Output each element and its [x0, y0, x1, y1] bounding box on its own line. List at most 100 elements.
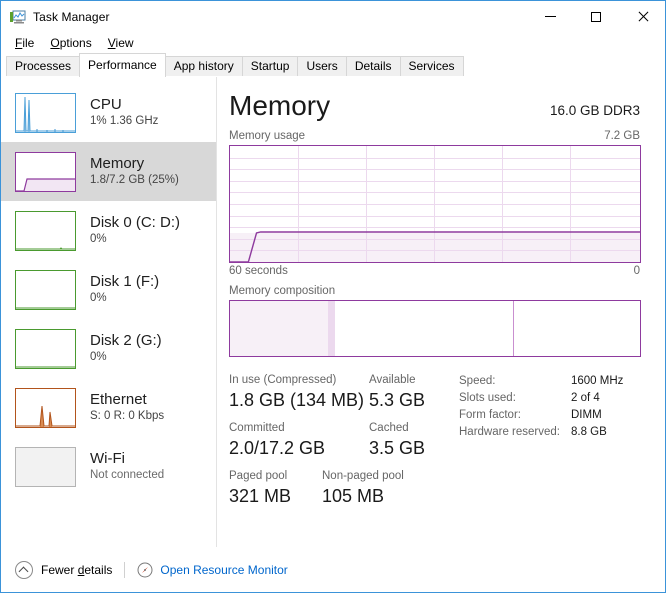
- sidebar-disk2-title: Disk 2 (G:): [90, 333, 162, 350]
- sidebar-ethernet-sub: S: 0 R: 0 Kbps: [90, 409, 165, 422]
- tab-details[interactable]: Details: [345, 56, 401, 77]
- stat-paged-pool: Paged pool 321 MB: [229, 469, 322, 508]
- composition-divider: [512, 301, 514, 356]
- chevron-up-icon[interactable]: [15, 561, 33, 579]
- memory-usage-label: Memory usage: [229, 130, 306, 142]
- spec-slots-used-value: 2 of 4: [571, 392, 600, 404]
- cpu-thumbnail: [15, 92, 76, 133]
- stat-in-use-value: 1.8 GB (134 MB): [229, 390, 365, 410]
- menu-view[interactable]: View: [100, 34, 142, 52]
- sidebar-disk2-sub: 0%: [90, 350, 107, 363]
- resource-monitor-icon: [137, 562, 153, 578]
- graph-x-right-label: 0: [633, 265, 640, 277]
- stat-in-use-label: In use (Compressed): [229, 374, 337, 386]
- stat-committed: Committed 2.0/17.2 GB: [229, 421, 369, 460]
- memory-stats-left: In use (Compressed) 1.8 GB (134 MB) Avai…: [229, 373, 451, 517]
- disk0-thumbnail: [15, 210, 76, 251]
- stat-non-paged-pool-label: Non-paged pool: [322, 470, 404, 482]
- wifi-thumbnail: [15, 446, 76, 487]
- content-area: CPU 1% 1.36 GHz Memory 1.8/7.2 GB (25%): [1, 77, 665, 547]
- sidebar-memory-title: Memory: [90, 156, 145, 173]
- sidebar-disk1-text: Disk 1 (F:) 0%: [90, 274, 159, 305]
- close-icon: [637, 11, 648, 22]
- sidebar-ethernet-title: Ethernet: [90, 392, 147, 409]
- close-button[interactable]: [619, 1, 665, 32]
- fewer-details-button[interactable]: Fewer details: [41, 563, 112, 577]
- footer-divider: [124, 562, 126, 578]
- stat-row: In use (Compressed) 1.8 GB (134 MB) Avai…: [229, 373, 451, 412]
- spec-speed-value: 1600 MHz: [571, 375, 624, 387]
- title-bar: Task Manager: [1, 1, 665, 32]
- memory-composition-label: Memory composition: [229, 285, 336, 297]
- sidebar-item-cpu[interactable]: CPU 1% 1.36 GHz: [1, 83, 216, 142]
- menu-options-rest: ptions: [59, 36, 92, 50]
- minimize-button[interactable]: [527, 1, 573, 32]
- spec-speed-key: Speed:: [459, 375, 496, 387]
- footer-bar: Fewer details Open Resource Monitor: [1, 547, 665, 592]
- disk1-thumbnail: [15, 269, 76, 310]
- fewer-details-prefix: Fewer: [41, 563, 78, 577]
- sidebar-wifi-title: Wi-Fi: [90, 451, 125, 468]
- tab-processes[interactable]: Processes: [6, 56, 81, 77]
- tab-performance[interactable]: Performance: [79, 53, 166, 77]
- window-title: Task Manager: [33, 9, 110, 24]
- menu-file[interactable]: File: [7, 34, 42, 52]
- sidebar-cpu-sub: 1% 1.36 GHz: [90, 114, 159, 127]
- spec-form-factor-key: Form factor:: [459, 409, 521, 421]
- sidebar-item-disk0[interactable]: Disk 0 (C: D:) 0%: [1, 201, 216, 260]
- memory-stats: In use (Compressed) 1.8 GB (134 MB) Avai…: [229, 373, 641, 517]
- sidebar-cpu-title: CPU: [90, 97, 122, 114]
- task-manager-icon: [10, 9, 26, 25]
- stat-available: Available 5.3 GB: [369, 373, 449, 412]
- stat-committed-value: 2.0/17.2 GB: [229, 438, 326, 458]
- maximize-button[interactable]: [573, 1, 619, 32]
- sidebar-disk0-title: Disk 0 (C: D:): [90, 215, 180, 232]
- memory-graph-axis: 60 seconds 0: [229, 265, 641, 277]
- sidebar-memory-sub: 1.8/7.2 GB (25%): [90, 173, 179, 186]
- sidebar-disk0-text: Disk 0 (C: D:) 0%: [90, 215, 180, 246]
- sidebar-disk1-title: Disk 1 (F:): [90, 274, 160, 291]
- sidebar-disk0-sub: 0%: [90, 232, 107, 245]
- spec-form-factor: Form factor: DIMM: [459, 407, 641, 424]
- memory-specs: Speed: 1600 MHz Slots used: 2 of 4 Form …: [451, 373, 641, 517]
- stat-cached-label: Cached: [369, 422, 409, 434]
- ethernet-thumbnail: [15, 387, 76, 428]
- sidebar-item-disk2[interactable]: Disk 2 (G:) 0%: [1, 319, 216, 378]
- memory-header: Memory 16.0 GB DDR3: [229, 89, 641, 123]
- menu-view-rest: iew: [115, 36, 134, 50]
- stat-row: Committed 2.0/17.2 GB Cached 3.5 GB: [229, 421, 451, 460]
- sidebar-disk2-text: Disk 2 (G:) 0%: [90, 333, 162, 364]
- menu-file-rest: ile: [22, 36, 35, 50]
- memory-thumbnail: [15, 151, 76, 192]
- spec-speed: Speed: 1600 MHz: [459, 373, 641, 390]
- tab-users[interactable]: Users: [297, 56, 347, 77]
- sidebar-item-memory[interactable]: Memory 1.8/7.2 GB (25%): [1, 142, 216, 201]
- tab-services[interactable]: Services: [399, 56, 464, 77]
- sidebar-item-disk1[interactable]: Disk 1 (F:) 0%: [1, 260, 216, 319]
- stat-paged-pool-value: 321 MB: [229, 486, 292, 506]
- open-resource-monitor-link[interactable]: Open Resource Monitor: [160, 563, 287, 577]
- spec-slots-used: Slots used: 2 of 4: [459, 390, 641, 407]
- menu-options[interactable]: Options: [42, 34, 99, 52]
- composition-in-use-segment: [230, 301, 329, 356]
- task-manager-window: Task Manager File Options View Processes…: [0, 0, 666, 593]
- tab-startup[interactable]: Startup: [241, 56, 299, 77]
- stat-committed-label: Committed: [229, 422, 285, 434]
- sidebar-item-wifi[interactable]: Wi-Fi Not connected: [1, 437, 216, 496]
- sidebar-wifi-text: Wi-Fi Not connected: [90, 451, 164, 482]
- sidebar-memory-text: Memory 1.8/7.2 GB (25%): [90, 156, 179, 187]
- spec-form-factor-value: DIMM: [571, 409, 602, 421]
- sidebar-disk1-sub: 0%: [90, 291, 107, 304]
- stat-in-use: In use (Compressed) 1.8 GB (134 MB): [229, 373, 369, 412]
- disk2-thumbnail: [15, 328, 76, 369]
- tab-app-history[interactable]: App history: [164, 56, 243, 77]
- sidebar-cpu-text: CPU 1% 1.36 GHz: [90, 97, 158, 128]
- stat-available-label: Available: [369, 374, 416, 386]
- menu-bar: File Options View: [1, 32, 665, 54]
- spec-hardware-reserved-key: Hardware reserved:: [459, 426, 560, 438]
- stat-cached-value: 3.5 GB: [369, 438, 426, 458]
- memory-total-spec: 16.0 GB DDR3: [549, 103, 640, 118]
- memory-composition-bar[interactable]: [229, 300, 641, 357]
- memory-usage-graph: [229, 145, 641, 263]
- sidebar-item-ethernet[interactable]: Ethernet S: 0 R: 0 Kbps: [1, 378, 216, 437]
